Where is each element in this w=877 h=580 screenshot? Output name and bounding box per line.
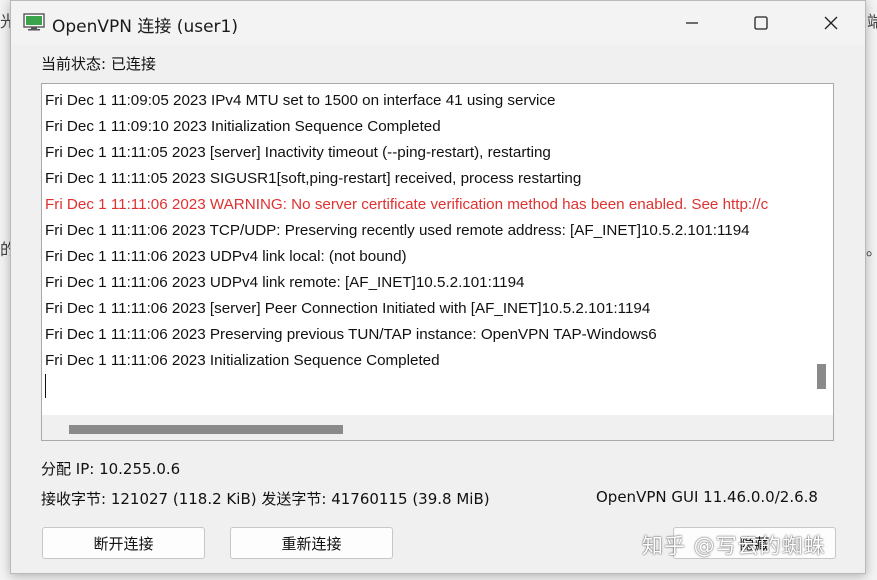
- window-title: OpenVPN 连接 (user1): [52, 17, 238, 37]
- status-value: 已连接: [110, 55, 156, 73]
- log-line: Fri Dec 1 11:11:06 2023 [server] Peer Co…: [45, 300, 651, 317]
- background-text-fragment: 端: [867, 12, 877, 31]
- log-line: Fri Dec 1 11:11:06 2023 Initialization S…: [45, 352, 440, 369]
- minimize-icon: [686, 22, 698, 24]
- openvpn-connection-window: OpenVPN 连接 (user1) 当前状态: 已连接 Fri Dec 1 1…: [10, 0, 866, 574]
- watermark-text: 知乎 @写云的蜘蛛: [642, 534, 826, 558]
- log-line: Fri Dec 1 11:11:06 2023 TCP/UDP: Preserv…: [45, 222, 750, 239]
- bytes-received-label: 接收字节:: [41, 490, 107, 508]
- log-line: Fri Dec 1 11:11:05 2023 [server] Inactiv…: [45, 144, 551, 161]
- assigned-ip-value: 10.255.0.6: [99, 460, 181, 478]
- connection-status: 当前状态: 已连接: [41, 53, 156, 74]
- log-line: Fri Dec 1 11:11:06 2023 UDPv4 link local…: [45, 248, 407, 265]
- background-text-fragment: 。: [866, 236, 877, 260]
- maximize-button[interactable]: [738, 5, 784, 41]
- assigned-ip: 分配 IP: 10.255.0.6: [41, 458, 180, 479]
- log-line: Fri Dec 1 11:11:06 2023 Preserving previ…: [45, 326, 657, 343]
- vertical-scrollbar[interactable]: [809, 84, 832, 415]
- horizontal-scrollbar[interactable]: [42, 415, 833, 440]
- traffic-stats: 接收字节: 121027 (118.2 KiB) 发送字节: 41760115 …: [41, 488, 490, 509]
- log-lines: Fri Dec 1 11:09:05 2023 IPv4 MTU set to …: [45, 88, 808, 413]
- reconnect-button[interactable]: 重新连接: [230, 527, 393, 559]
- log-line: Fri Dec 1 11:11:06 2023 UDPv4 link remot…: [45, 274, 525, 291]
- bytes-received-value: 121027 (118.2 KiB): [110, 490, 257, 508]
- horizontal-scrollbar-thumb[interactable]: [69, 425, 343, 434]
- assigned-ip-label: 分配 IP:: [41, 460, 95, 478]
- maximize-icon: [754, 16, 768, 30]
- log-line-warning: Fri Dec 1 11:11:06 2023 WARNING: No serv…: [45, 196, 769, 213]
- minimize-button[interactable]: [669, 5, 715, 41]
- vertical-scrollbar-thumb[interactable]: [817, 364, 826, 389]
- log-line: Fri Dec 1 11:09:10 2023 Initialization S…: [45, 118, 441, 135]
- bytes-sent-value: 41760115 (39.8 MiB): [331, 490, 490, 508]
- openvpn-app-icon: [23, 13, 45, 31]
- close-button[interactable]: [808, 5, 854, 41]
- gui-version: OpenVPN GUI 11.46.0.0/2.6.8: [596, 488, 818, 506]
- close-icon: [824, 16, 838, 30]
- log-output[interactable]: Fri Dec 1 11:09:05 2023 IPv4 MTU set to …: [41, 83, 834, 441]
- title-bar[interactable]: OpenVPN 连接 (user1): [11, 1, 865, 45]
- text-caret: [45, 374, 46, 398]
- log-line: Fri Dec 1 11:09:05 2023 IPv4 MTU set to …: [45, 92, 556, 109]
- bytes-sent-label: 发送字节:: [261, 490, 327, 508]
- log-line: Fri Dec 1 11:11:05 2023 SIGUSR1[soft,pin…: [45, 170, 582, 187]
- disconnect-button[interactable]: 断开连接: [42, 527, 205, 559]
- status-label: 当前状态:: [41, 55, 107, 73]
